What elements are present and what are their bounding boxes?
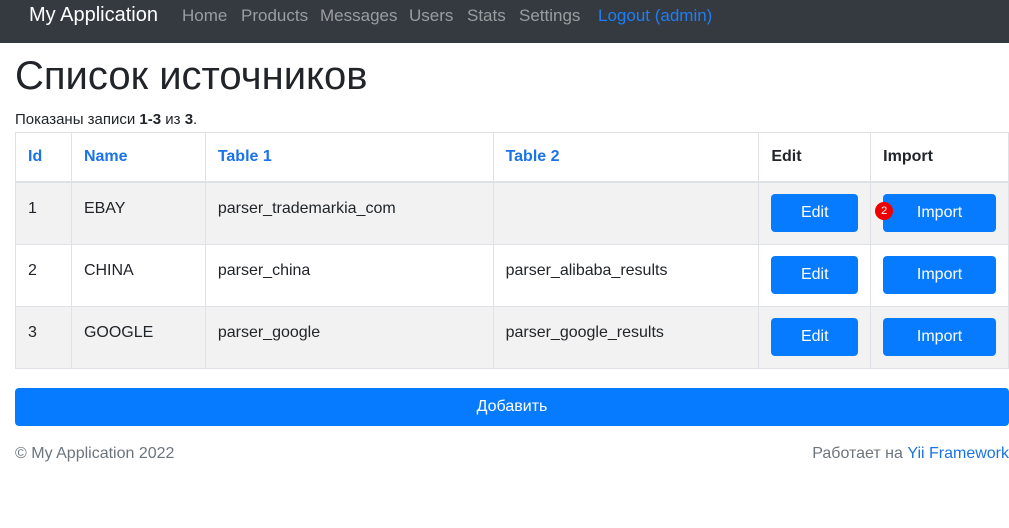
header-name[interactable]: Name <box>70 132 206 183</box>
summary-text: Показаны записи 1-3 из 3. <box>15 111 197 128</box>
cell-table1: parser_trademarkia_com <box>204 181 494 245</box>
cell-import: 2 Import <box>870 181 1009 245</box>
nav-settings[interactable]: Settings <box>519 6 580 26</box>
nav-products[interactable]: Products <box>241 6 308 26</box>
summary-range: 1-3 <box>139 111 162 128</box>
cell-import: Import <box>870 243 1009 307</box>
cell-id: 2 <box>15 243 72 307</box>
import-label: Import <box>916 204 963 222</box>
cell-table2: parser_google_results <box>492 305 760 369</box>
cell-name: EBAY <box>70 181 206 245</box>
nav-home[interactable]: Home <box>182 6 227 26</box>
summary-mid: из <box>161 111 185 128</box>
cell-import: Import <box>870 305 1009 369</box>
edit-button[interactable]: Edit <box>771 318 859 356</box>
header-import: Import <box>870 132 1009 183</box>
import-button[interactable]: Import <box>883 256 996 294</box>
yii-framework-link[interactable]: Yii Framework <box>907 445 1009 462</box>
cell-table1: parser_china <box>204 243 494 307</box>
header-table1[interactable]: Table 1 <box>204 132 494 183</box>
cell-name: GOOGLE <box>70 305 206 369</box>
table-row: 2 CHINA parser_china parser_alibaba_resu… <box>15 243 1009 307</box>
cell-edit: Edit <box>758 181 872 245</box>
table-row: 3 GOOGLE parser_google parser_google_res… <box>15 305 1009 369</box>
header-edit: Edit <box>758 132 872 183</box>
navbar: My Application Home Products Messages Us… <box>0 0 1009 43</box>
summary-suffix: . <box>193 111 198 128</box>
nav-messages[interactable]: Messages <box>320 6 397 26</box>
footer-powered: Работает на Yii Framework <box>812 445 1009 463</box>
edit-button[interactable]: Edit <box>771 194 859 233</box>
page-title: Список источников <box>15 54 368 98</box>
import-button[interactable]: Import <box>883 318 996 356</box>
powered-prefix: Работает на <box>812 445 908 462</box>
header-table2[interactable]: Table 2 <box>492 132 760 183</box>
cell-table1: parser_google <box>204 305 494 369</box>
sources-table: Id Name Table 1 Table 2 Edit Import 1 EB… <box>15 132 1009 369</box>
cell-id: 1 <box>15 181 72 245</box>
cell-edit: Edit <box>758 305 872 369</box>
cell-edit: Edit <box>758 243 872 307</box>
notification-badge: 2 <box>875 202 894 221</box>
header-id[interactable]: Id <box>15 132 72 183</box>
summary-prefix: Показаны записи <box>15 111 140 128</box>
cell-name: CHINA <box>70 243 206 307</box>
cell-table2 <box>492 181 760 245</box>
cell-table2: parser_alibaba_results <box>492 243 760 307</box>
nav-stats[interactable]: Stats <box>467 6 506 26</box>
logout-link[interactable]: Logout (admin) <box>598 6 712 26</box>
add-button[interactable]: Добавить <box>15 388 1009 426</box>
cell-id: 3 <box>15 305 72 369</box>
edit-button[interactable]: Edit <box>771 256 859 294</box>
brand-link[interactable]: My Application <box>29 4 158 27</box>
import-button[interactable]: 2 Import <box>875 194 996 233</box>
footer-copyright: © My Application 2022 <box>15 445 175 462</box>
summary-total: 3 <box>184 111 194 128</box>
nav-users[interactable]: Users <box>409 6 453 26</box>
table-header-row: Id Name Table 1 Table 2 Edit Import <box>15 132 1009 183</box>
table-row: 1 EBAY parser_trademarkia_com Edit 2 Impo… <box>15 181 1009 245</box>
